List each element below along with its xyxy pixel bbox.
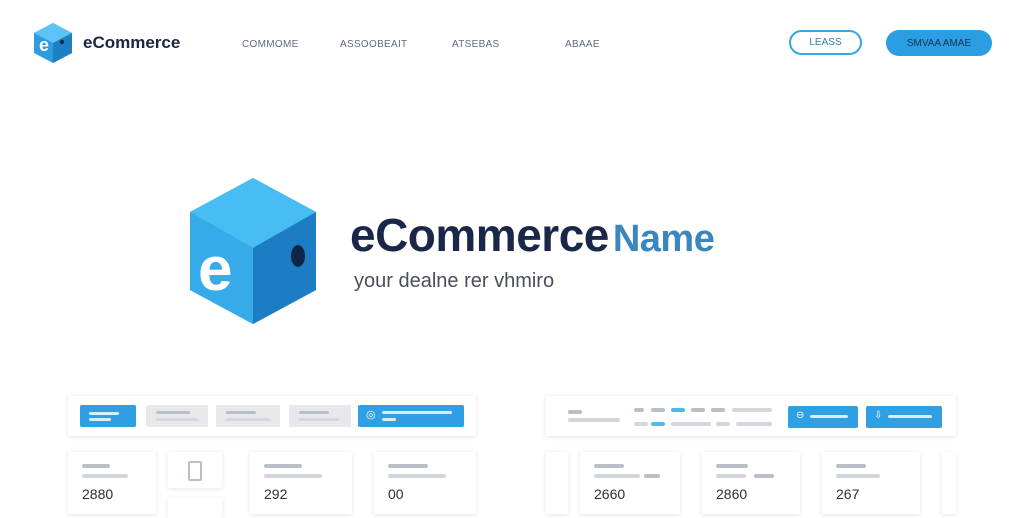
- hero-title: eCommerce Name: [350, 208, 715, 262]
- login-button[interactable]: LEASS: [789, 30, 862, 55]
- svg-text:e: e: [198, 235, 232, 304]
- right-stat-card-edge[interactable]: [546, 452, 568, 514]
- brand-name[interactable]: eCommerce: [83, 33, 180, 53]
- stat-value: 267: [836, 486, 860, 502]
- left-toolbar-button-2[interactable]: [146, 405, 208, 427]
- phone-icon: [188, 461, 202, 481]
- export-icon: ⇩: [874, 410, 883, 421]
- right-dashboard-toolbar: ⊖ ⇩: [546, 396, 956, 436]
- hero-title-main: eCommerce: [350, 209, 609, 261]
- nav-link-3[interactable]: ATSEBAS: [452, 39, 500, 50]
- left-stat-card-small[interactable]: [168, 498, 222, 518]
- filter-icon: ⊖: [796, 410, 805, 421]
- left-stat-card-1[interactable]: 2880: [68, 452, 156, 514]
- left-toolbar-button-3[interactable]: [216, 405, 280, 427]
- right-stat-card-3[interactable]: 267: [822, 452, 920, 514]
- left-stat-card-3[interactable]: 00: [374, 452, 476, 514]
- left-stat-card-icon[interactable]: [168, 452, 222, 488]
- left-toolbar-button-1[interactable]: [80, 405, 136, 427]
- nav-link-4[interactable]: ABAAE: [565, 39, 600, 50]
- left-toolbar-button-4[interactable]: [289, 405, 351, 427]
- stat-value: 2880: [82, 486, 114, 502]
- stat-value: 292: [264, 486, 288, 502]
- left-dashboard-toolbar: ◎: [68, 396, 476, 436]
- signup-button[interactable]: SMVAA AMAE: [886, 30, 992, 56]
- right-toolbar-button-2[interactable]: ⇩: [866, 406, 942, 428]
- logo-icon[interactable]: e: [32, 22, 74, 64]
- right-toolbar-button-1[interactable]: ⊖: [788, 406, 858, 428]
- search-icon: ◎: [366, 409, 376, 421]
- stat-value: 00: [388, 486, 404, 502]
- right-stat-card-1[interactable]: 2660: [580, 452, 680, 514]
- right-stat-card-2[interactable]: 2860: [702, 452, 800, 514]
- right-stat-card-edge-2[interactable]: [942, 452, 956, 514]
- left-toolbar-search[interactable]: ◎: [358, 405, 464, 427]
- nav-link-1[interactable]: COMMOME: [242, 39, 299, 50]
- svg-text:e: e: [39, 35, 49, 55]
- stat-value: 2860: [716, 486, 748, 502]
- left-stat-card-2[interactable]: 292: [250, 452, 352, 514]
- hero-subtitle: your dealne rer vhmiro: [354, 270, 555, 292]
- nav-link-2[interactable]: ASSOOBEAIT: [340, 39, 407, 50]
- stat-value: 2660: [594, 486, 626, 502]
- hero-cube-logo-icon: e: [186, 176, 320, 326]
- hero-title-accent: Name: [612, 218, 715, 260]
